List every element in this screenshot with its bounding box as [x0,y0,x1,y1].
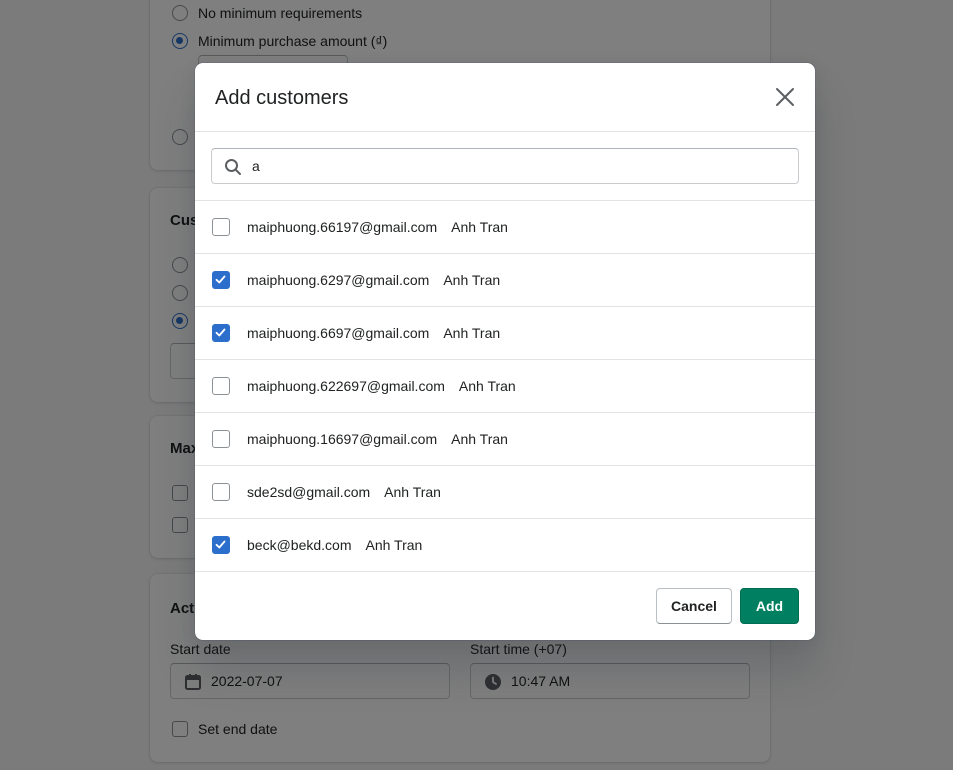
customer-label: maiphuong.6697@gmail.com Anh Tran [247,325,500,341]
customer-checkbox[interactable] [212,271,230,289]
customer-row[interactable]: maiphuong.6697@gmail.com Anh Tran [195,307,815,360]
customer-list: maiphuong.66197@gmail.com Anh Tran maiphuo… [195,201,815,572]
customer-checkbox[interactable] [212,324,230,342]
customer-email: maiphuong.16697@gmail.com [247,431,438,447]
add-customers-modal: Add customers maiphuong.66197@gmail.com A… [195,63,815,640]
customer-label: beck@bekd.com Anh Tran [247,537,422,553]
customer-label: sde2sd@gmail.com Anh Tran [247,484,441,500]
modal-header: Add customers [195,63,815,132]
customer-name: Anh Tran [451,431,508,447]
cancel-button[interactable]: Cancel [656,588,732,624]
search-icon [224,158,242,181]
customer-checkbox[interactable] [212,536,230,554]
add-button[interactable]: Add [740,588,799,624]
customer-row[interactable]: maiphuong.16697@gmail.com Anh Tran [195,413,815,466]
customer-name: Anh Tran [458,378,516,394]
customer-email: sde2sd@gmail.com [247,484,371,500]
modal-footer: Cancel Add [195,571,815,640]
checkmark-icon [215,275,226,284]
customer-row[interactable]: maiphuong.6297@gmail.com Anh Tran [195,254,815,307]
customer-label: maiphuong.66197@gmail.com Anh Tran [247,219,508,235]
customer-name: Anh Tran [443,325,501,341]
checkmark-icon [215,540,226,549]
customer-label: maiphuong.16697@gmail.com Anh Tran [247,431,508,447]
close-button[interactable] [769,81,801,113]
customer-checkbox[interactable] [212,483,230,501]
customer-label: maiphuong.6297@gmail.com Anh Tran [247,272,500,288]
customer-name: Anh Tran [443,272,501,288]
close-icon [776,88,794,106]
customer-search-field[interactable] [211,148,799,184]
customer-name: Anh Tran [451,219,508,235]
checkmark-icon [215,328,226,337]
customer-email: maiphuong.622697@gmail.com [247,378,445,394]
customer-search-input[interactable] [252,156,782,176]
customer-email: beck@bekd.com [247,537,352,553]
customer-checkbox[interactable] [212,377,230,395]
customer-checkbox[interactable] [212,430,230,448]
customer-checkbox[interactable] [212,218,230,236]
customer-row[interactable]: maiphuong.622697@gmail.com Anh Tran [195,360,815,413]
customer-email: maiphuong.6297@gmail.com [247,272,430,288]
customer-name: Anh Tran [384,484,441,500]
customer-row[interactable]: beck@bekd.com Anh Tran [195,519,815,572]
search-section [195,132,815,201]
customer-name: Anh Tran [365,537,423,553]
modal-title: Add customers [215,87,349,109]
customer-email: maiphuong.6697@gmail.com [247,325,430,341]
customer-email: maiphuong.66197@gmail.com [247,219,438,235]
customer-row[interactable]: maiphuong.66197@gmail.com Anh Tran [195,201,815,254]
customer-row[interactable]: sde2sd@gmail.com Anh Tran [195,466,815,519]
customer-label: maiphuong.622697@gmail.com Anh Tran [247,378,516,394]
